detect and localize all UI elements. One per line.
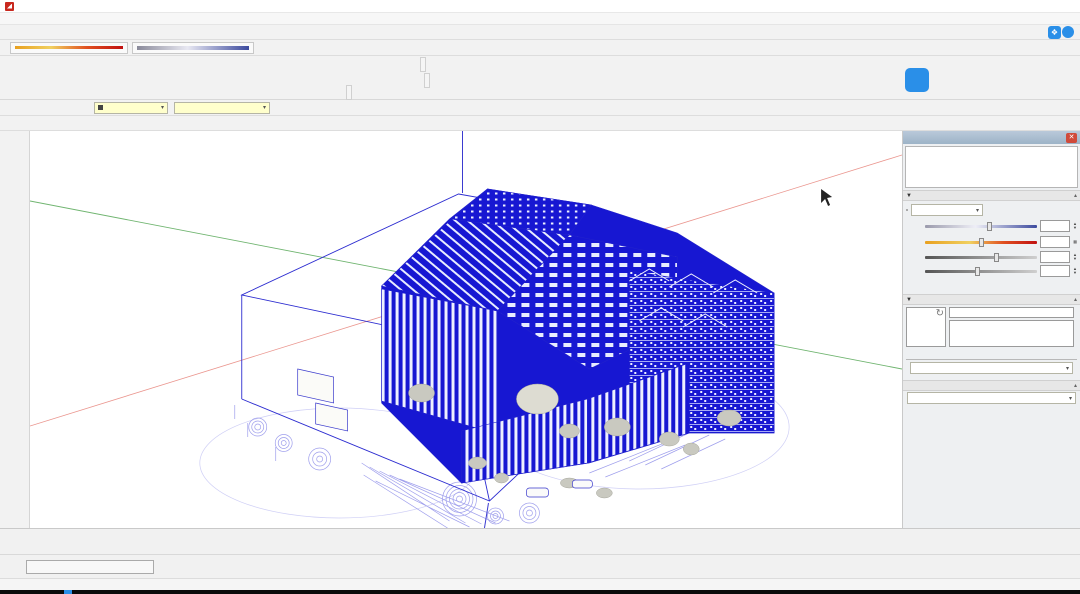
type-dropdown[interactable]: ▾ <box>174 102 270 114</box>
time-slider[interactable] <box>925 222 1037 231</box>
style-description-field[interactable] <box>949 320 1074 347</box>
material-collection-dropdown[interactable]: ▾ <box>907 392 1076 404</box>
collapse-triangle-icon: ▼ <box>906 297 912 303</box>
title-bar <box>0 0 1080 13</box>
light-stepper[interactable]: ▲▼ <box>1073 253 1077 261</box>
time-gradient <box>137 46 249 50</box>
taskbar-app-icon[interactable] <box>64 590 72 594</box>
shadow-time-slider[interactable] <box>132 42 254 54</box>
time-stepper[interactable]: ▲▼ <box>1073 222 1077 230</box>
style-thumbnails <box>906 376 1077 378</box>
chevron-down-icon: ▾ <box>263 104 266 111</box>
orbit-arrows-icon: ↻ <box>936 308 944 319</box>
cloud-upload-button[interactable] <box>1062 26 1074 38</box>
chevron-down-icon: ▾ <box>976 207 979 214</box>
mini-toolbar-3 <box>346 85 352 100</box>
default-tray: ✕ ▼ ▴ ▾ <box>903 131 1080 528</box>
date-gradient <box>15 46 123 49</box>
section-collapse-icon[interactable]: ▴ <box>1074 382 1077 389</box>
style-collection-dropdown[interactable]: ▾ <box>910 362 1073 374</box>
shadow-date-slider[interactable] <box>10 42 128 54</box>
styles-tabs <box>906 348 1077 360</box>
tray-close-icon[interactable]: ✕ <box>1066 133 1077 143</box>
dark-slider[interactable] <box>925 267 1037 276</box>
toolbar-row-1: ❖ <box>0 25 1080 40</box>
cloud-upload-toolbar: ❖ <box>1044 26 1078 39</box>
large-tool-set <box>0 131 30 528</box>
shadows-section-header[interactable]: ▼ ▴ <box>903 190 1080 201</box>
light-slider[interactable] <box>925 253 1037 262</box>
styles-panel: ↻ ▾ <box>903 305 1080 380</box>
toolbar-row-7 <box>0 116 1080 131</box>
viewport-canvas <box>30 131 902 528</box>
chevron-down-icon: ▾ <box>1069 395 1072 402</box>
status-bar <box>0 578 1080 590</box>
display-label <box>906 281 1077 290</box>
chevron-down-icon: ▾ <box>161 104 164 111</box>
bottom-toolbar-1 <box>0 528 1080 554</box>
windows-taskbar[interactable] <box>0 590 1080 594</box>
style-preview-thumb[interactable]: ↻ <box>906 307 946 347</box>
collapse-triangle-icon: ▼ <box>906 193 912 199</box>
layer-dropdown[interactable]: ▾ <box>94 102 168 114</box>
materials-section-header[interactable]: ▴ <box>903 380 1080 391</box>
time-value-field[interactable] <box>1040 220 1070 232</box>
floating-toolbars-zone <box>0 56 1080 100</box>
styles-section-header[interactable]: ▼ ▴ <box>903 294 1080 305</box>
entity-info-panel[interactable] <box>905 146 1078 188</box>
chevron-down-icon: ▾ <box>1066 365 1069 372</box>
shadows-panel: ▾ ▲▼ <box>903 201 1080 294</box>
date-slider[interactable] <box>925 238 1037 247</box>
mini-toolbar-2 <box>424 73 430 88</box>
sketchup-app-icon <box>5 2 14 11</box>
toolbar-row-6: ▾ ▾ <box>0 100 1080 116</box>
material-swatches <box>903 405 1080 407</box>
dark-value-field[interactable] <box>1040 265 1070 277</box>
sketchup-window: ❖ ▾ <box>0 0 1080 594</box>
section-collapse-icon[interactable]: ▴ <box>1074 192 1077 199</box>
bottom-toolbar-2 <box>0 554 1080 578</box>
measurements-input[interactable] <box>26 560 154 574</box>
utc-dropdown[interactable]: ▾ <box>911 204 983 216</box>
toolbar-row-2 <box>0 40 1080 56</box>
light-value-field[interactable] <box>1040 251 1070 263</box>
dark-stepper[interactable]: ▲▼ <box>1073 267 1077 275</box>
mini-toolbar-1 <box>420 57 426 72</box>
cloud-render-logo-icon[interactable]: ❖ <box>1048 26 1061 39</box>
tray-header: ✕ <box>903 131 1080 144</box>
date-picker-icon[interactable]: ▦ <box>1073 240 1077 244</box>
section-collapse-icon[interactable]: ▴ <box>1074 296 1077 303</box>
viewport[interactable] <box>30 131 903 528</box>
mouse-cursor <box>821 189 832 206</box>
model-wireframe[interactable] <box>382 189 775 483</box>
floating-plugin-logo-icon[interactable] <box>905 68 929 92</box>
date-value-field[interactable] <box>1040 236 1070 248</box>
menu-bar <box>0 13 1080 25</box>
style-name-field[interactable] <box>949 307 1074 318</box>
layer-color-chip <box>98 105 103 110</box>
